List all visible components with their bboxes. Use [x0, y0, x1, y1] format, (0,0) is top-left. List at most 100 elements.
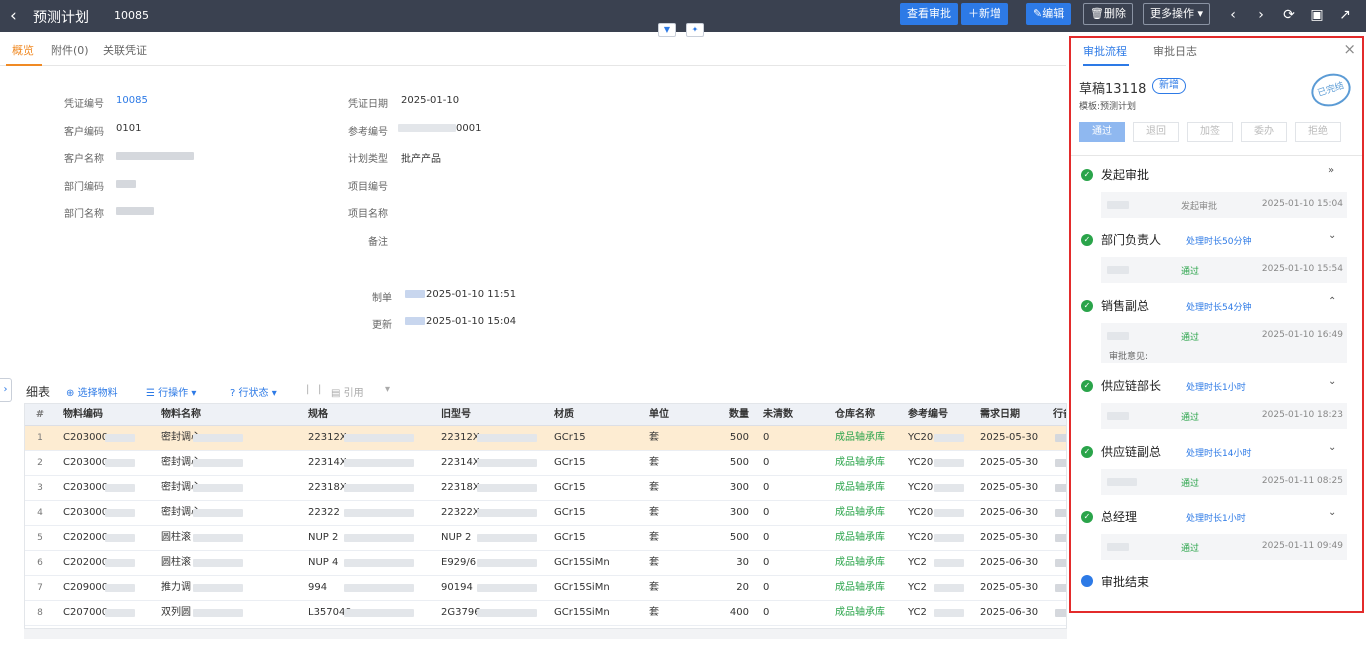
col-qty[interactable]: 数量	[705, 404, 749, 425]
voucher-no-value[interactable]: 10085	[116, 95, 148, 106]
col-unit[interactable]: 单位	[649, 404, 709, 425]
step-action: 通过	[1181, 333, 1200, 343]
table-row[interactable]: 1 C203000 密封调心 22312X 22312X GCr15 套 500 0 成品轴承库 Y…	[25, 426, 1066, 451]
completed-stamp: 已完结	[1307, 68, 1355, 112]
col-material-name[interactable]: 物料名称	[161, 404, 291, 425]
step-title: 供应链副总	[1101, 445, 1162, 459]
status-badge: 新增	[1152, 78, 1186, 94]
redacted-cell	[477, 484, 537, 492]
pin-icon[interactable]: ✦	[686, 23, 704, 37]
caret-down-icon: ▾	[1197, 7, 1204, 20]
tab-approval-flow[interactable]: 审批流程	[1083, 43, 1127, 59]
approve-button[interactable]: 通过	[1079, 122, 1125, 142]
col-spec[interactable]: 规格	[308, 404, 428, 425]
delegate-button[interactable]: 委办	[1241, 122, 1287, 142]
table-row[interactable]: 5 C202000 圆柱滚 NUP 2 NUP 2 GCr15 套 500 0 成品轴承库 YC20…	[25, 526, 1066, 551]
redacted-creator	[405, 290, 425, 298]
redacted-cell	[1055, 559, 1066, 567]
tab-attachments[interactable]: 附件(0)	[51, 42, 89, 58]
table-row[interactable]: 8 C207000 双列圆 L357049 2G3796 GCr15SiMn 套 400 0 成品…	[25, 601, 1066, 626]
cell-material: GCr15	[554, 482, 586, 493]
ref-no-label: 参考编号	[348, 127, 388, 138]
double-chevron-down-icon[interactable]: »	[1328, 165, 1334, 176]
table-row[interactable]: 4 C203000 密封调心 22322 22322X GCr15 套 300 0 成品轴承库 YC…	[25, 501, 1066, 526]
cell-unit: 套	[649, 607, 659, 618]
share-icon[interactable]: ↗	[1335, 5, 1355, 25]
chevron-left-icon[interactable]: ‹	[10, 6, 17, 26]
table-row[interactable]: 3 C203000 密封调心 22318X 22318X GCr15 套 300 0 成品轴承库 Y…	[25, 476, 1066, 501]
redacted-cell	[1055, 459, 1066, 467]
chevron-down-icon[interactable]: ⌄	[1328, 442, 1336, 453]
reject-button[interactable]: 拒绝	[1295, 122, 1341, 142]
next-icon[interactable]: ›	[1251, 5, 1271, 25]
close-icon[interactable]: ×	[1343, 40, 1356, 58]
redacted-cell	[934, 584, 964, 592]
chevron-up-icon[interactable]: ⌃	[1328, 296, 1336, 307]
tab-approval-log[interactable]: 审批日志	[1153, 43, 1197, 59]
col-ref-no[interactable]: 参考编号	[908, 404, 978, 425]
prev-icon[interactable]: ‹	[1223, 5, 1243, 25]
edit-icon: ✎	[1033, 7, 1043, 20]
add-button[interactable]: ＋新增	[961, 3, 1008, 25]
cell-unit: 套	[649, 507, 659, 518]
more-actions-button[interactable]: 更多操作 ▾	[1143, 3, 1211, 25]
step-action: 通过	[1181, 544, 1200, 554]
redacted-cell	[934, 484, 964, 492]
redacted-cell	[344, 459, 414, 467]
view-approval-button[interactable]: 查看审批	[900, 3, 958, 25]
row-status-dropdown[interactable]: ? 行状态 ▾	[230, 384, 277, 399]
chevron-right-icon[interactable]: ›	[0, 378, 12, 402]
table-row[interactable]: 7 C209000 推力调 994 90194 GCr15SiMn 套 20 0 成品轴承库 YC2…	[25, 576, 1066, 601]
row-ops-dropdown[interactable]: ☰ 行操作 ▾	[146, 384, 196, 399]
cell-material: GCr15SiMn	[554, 582, 610, 593]
quote-button[interactable]: ▤ 引用	[331, 384, 364, 399]
cell-warehouse: 成品轴承库	[835, 582, 885, 593]
select-material-button[interactable]: ⊕ 选择物料	[66, 384, 118, 399]
redacted-cell	[1055, 484, 1066, 492]
redacted-dept-code	[116, 180, 136, 188]
edit-button[interactable]: ✎编辑	[1026, 3, 1072, 25]
check-circle-icon: ✓	[1081, 511, 1093, 523]
col-row-remark[interactable]: 行备	[1053, 404, 1066, 425]
tab-related-vouchers[interactable]: 关联凭证	[103, 42, 147, 58]
col-open-qty[interactable]: 未清数	[763, 404, 823, 425]
customer-code-value: 0101	[116, 123, 142, 134]
add-sign-button[interactable]: 加签	[1187, 122, 1233, 142]
redacted-cell	[193, 584, 243, 592]
cell-date: 2025-06-30	[980, 607, 1039, 618]
redacted-cell	[934, 559, 964, 567]
col-warehouse[interactable]: 仓库名称	[835, 404, 905, 425]
table-row[interactable]: 6 C202000 圆柱滚 NUP 4 E929/6 GCr15SiMn 套 30 0 成品轴承库…	[25, 551, 1066, 576]
col-material[interactable]: 材质	[554, 404, 634, 425]
updater-label: 更新	[372, 320, 392, 331]
refresh-icon[interactable]: ⟳	[1279, 5, 1299, 25]
detail-title: 细表	[26, 385, 51, 399]
cell-qty: 500	[729, 457, 749, 468]
cell-warehouse: 成品轴承库	[835, 532, 885, 543]
table-row[interactable]: 2 C203000 密封调心 22314X 22314X GCr15 套 500 0 成品轴承库 Y…	[25, 451, 1066, 476]
template-label: 模板:预测计划	[1079, 102, 1137, 112]
chevron-down-icon[interactable]: ▼	[658, 23, 676, 37]
cell-unit: 套	[649, 432, 659, 443]
chevron-down-icon[interactable]: ⌄	[1328, 507, 1336, 518]
delete-button[interactable]: 🗑删除	[1083, 3, 1133, 25]
redacted-cell	[344, 484, 414, 492]
cell-material: GCr15SiMn	[554, 557, 610, 568]
redacted-cell	[1055, 584, 1066, 592]
tab-overview[interactable]: 概览	[12, 42, 34, 58]
caret-down-icon[interactable]: ▾	[385, 384, 390, 395]
col-need-date[interactable]: 需求日期	[980, 404, 1050, 425]
horizontal-scrollbar[interactable]	[24, 629, 1067, 639]
step-duration: 处理时长1小时	[1186, 383, 1246, 393]
cell-unit: 套	[649, 482, 659, 493]
redacted-cell	[105, 484, 135, 492]
print-icon[interactable]: ▣	[1307, 5, 1327, 25]
col-old-model[interactable]: 旧型号	[441, 404, 541, 425]
return-button[interactable]: 退回	[1133, 122, 1179, 142]
col-material-code[interactable]: 物料编码	[63, 404, 153, 425]
step-comment: 审批意见:	[1109, 352, 1149, 362]
redacted-cell	[105, 509, 135, 517]
chevron-down-icon[interactable]: ⌄	[1328, 376, 1336, 387]
chevron-down-icon[interactable]: ⌄	[1328, 230, 1336, 241]
redacted-cell	[105, 609, 135, 617]
